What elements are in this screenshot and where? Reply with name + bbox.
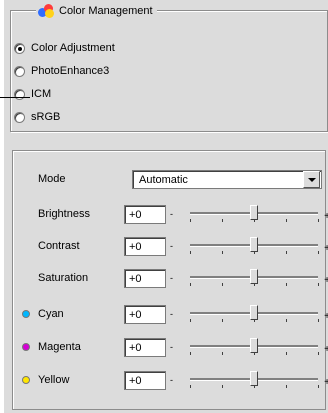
- cyan-value: +0: [129, 308, 142, 321]
- plus-icon: +: [324, 377, 328, 388]
- slider-tick: [190, 319, 191, 322]
- mode-label: Mode: [38, 173, 66, 185]
- slider-thumb[interactable]: [250, 305, 258, 320]
- chevron-down-icon[interactable]: [303, 171, 320, 188]
- slider-tick: [318, 219, 319, 222]
- mode-select[interactable]: Automatic: [132, 170, 322, 189]
- slider-tick: [286, 219, 287, 222]
- slider-thumb[interactable]: [250, 338, 258, 353]
- magenta-field[interactable]: +0: [124, 338, 166, 357]
- slider-tick: [318, 352, 319, 355]
- magenta-label: Magenta: [38, 341, 81, 353]
- minus-icon: -: [170, 273, 173, 283]
- slider-thumb[interactable]: [250, 371, 258, 386]
- minus-icon: -: [170, 309, 173, 319]
- radio-label: ICM: [31, 88, 52, 100]
- saturation-value: +0: [129, 272, 142, 285]
- radio-label: sRGB: [31, 111, 61, 123]
- mode-value: Automatic: [139, 173, 188, 186]
- group-title-label: Color Management: [59, 5, 153, 17]
- slider-tick: [318, 319, 319, 322]
- contrast-label: Contrast: [38, 240, 80, 252]
- slider-tick: [318, 251, 319, 254]
- yellow-slider[interactable]: - +: [170, 369, 328, 391]
- brightness-value: +0: [129, 208, 142, 221]
- callout-line: [0, 97, 30, 98]
- radio-photoenhance3[interactable]: PhotoEnhance3: [14, 63, 109, 79]
- brightness-field[interactable]: +0: [124, 205, 166, 224]
- slider-tick: [190, 385, 191, 388]
- plus-icon: +: [324, 243, 328, 254]
- brightness-slider[interactable]: - +: [170, 203, 328, 225]
- magenta-value: +0: [129, 341, 142, 354]
- minus-icon: -: [170, 342, 173, 352]
- slider-tick: [222, 385, 223, 388]
- yellow-swatch-icon: [22, 376, 30, 384]
- slider-tick: [286, 251, 287, 254]
- slider-tick: [286, 385, 287, 388]
- radio-button[interactable]: [14, 111, 25, 123]
- radio-label: Color Adjustment: [31, 42, 115, 54]
- slider-tick: [222, 251, 223, 254]
- saturation-slider[interactable]: - +: [170, 267, 328, 289]
- contrast-slider[interactable]: - +: [170, 235, 328, 257]
- color-settings-panel: Color Management Color Adjustment PhotoE…: [4, 0, 328, 413]
- slider-tick: [286, 283, 287, 286]
- cyan-swatch-icon: [22, 310, 30, 318]
- saturation-label: Saturation: [38, 272, 89, 284]
- saturation-field[interactable]: +0: [124, 269, 166, 288]
- slider-tick: [190, 219, 191, 222]
- slider-tick: [190, 251, 191, 254]
- plus-icon: +: [324, 311, 328, 322]
- minus-icon: -: [170, 209, 173, 219]
- color-management-icon: [38, 4, 54, 18]
- slider-tick: [318, 385, 319, 388]
- minus-icon: -: [170, 375, 173, 385]
- yellow-field[interactable]: +0: [124, 371, 166, 390]
- yellow-value: +0: [129, 374, 142, 387]
- radio-color-adjustment[interactable]: Color Adjustment: [14, 40, 115, 56]
- slider-tick: [222, 352, 223, 355]
- slider-tick: [190, 352, 191, 355]
- plus-icon: +: [324, 344, 328, 355]
- slider-tick: [286, 352, 287, 355]
- brightness-label: Brightness: [38, 208, 90, 220]
- slider-thumb[interactable]: [250, 269, 258, 284]
- cyan-label: Cyan: [38, 308, 64, 320]
- slider-tick: [190, 283, 191, 286]
- radio-srgb[interactable]: sRGB: [14, 109, 60, 125]
- minus-icon: -: [170, 241, 173, 251]
- magenta-slider[interactable]: - +: [170, 336, 328, 358]
- radio-icm[interactable]: ICM: [14, 86, 51, 102]
- plus-icon: +: [324, 211, 328, 222]
- cyan-field[interactable]: +0: [124, 305, 166, 324]
- radio-button[interactable]: [14, 65, 25, 77]
- cyan-slider[interactable]: - +: [170, 303, 328, 325]
- slider-tick: [286, 319, 287, 322]
- slider-tick: [222, 219, 223, 222]
- group-title: Color Management: [36, 3, 157, 19]
- slider-tick: [222, 319, 223, 322]
- slider-tick: [318, 283, 319, 286]
- slider-thumb[interactable]: [250, 205, 258, 220]
- plus-icon: +: [324, 275, 328, 286]
- slider-tick: [222, 283, 223, 286]
- slider-thumb[interactable]: [250, 237, 258, 252]
- contrast-value: +0: [129, 240, 142, 253]
- yellow-label: Yellow: [38, 374, 70, 386]
- magenta-swatch-icon: [22, 343, 30, 351]
- radio-label: PhotoEnhance3: [31, 65, 110, 77]
- radio-button[interactable]: [14, 42, 25, 54]
- contrast-field[interactable]: +0: [124, 237, 166, 256]
